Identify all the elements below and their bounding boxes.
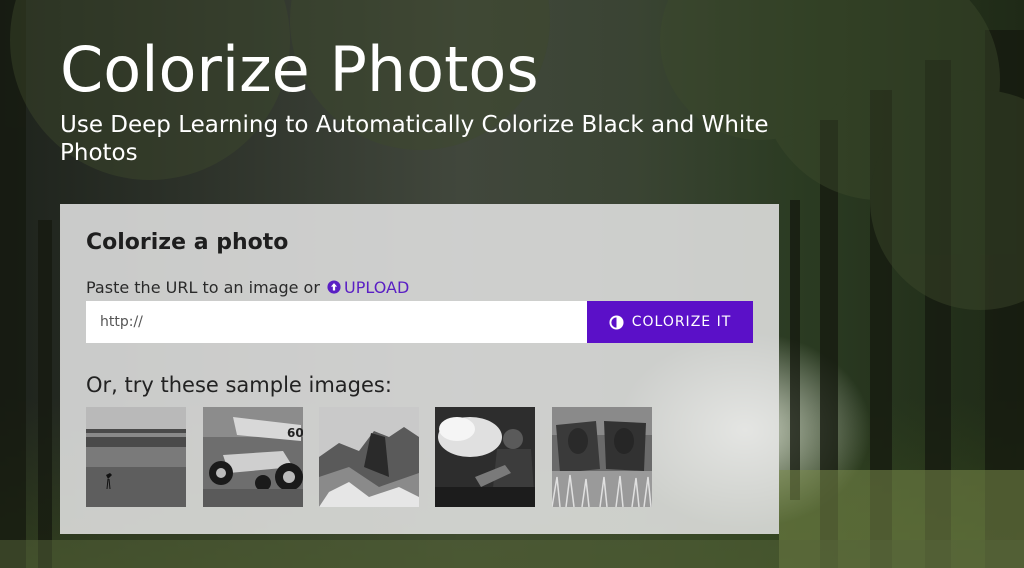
colorize-card: Colorize a photo Paste the URL to an ima… <box>60 204 779 534</box>
half-circle-contrast-icon <box>609 314 624 330</box>
sample-image-bird-on-beach[interactable] <box>86 407 186 507</box>
upload-label: UPLOAD <box>344 278 410 297</box>
half-dome-thumbnail <box>319 407 419 507</box>
page-subtitle: Use Deep Learning to Automatically Color… <box>60 112 769 166</box>
sample-image-cows[interactable] <box>552 407 652 507</box>
colorize-button[interactable]: COLORIZE IT <box>587 301 753 343</box>
sample-images: 60 <box>86 407 686 507</box>
page-title: Colorize Photos <box>60 33 539 106</box>
samples-heading: Or, try these sample images: <box>86 373 392 397</box>
bird-beach-thumbnail <box>86 407 186 507</box>
sample-image-sprint-car[interactable]: 60 <box>203 407 303 507</box>
image-url-input[interactable] <box>86 301 587 343</box>
cows-thumbnail <box>552 407 652 507</box>
sample-image-fire-breather[interactable] <box>435 407 535 507</box>
upload-circle-icon <box>327 280 341 294</box>
paste-url-prompt: Paste the URL to an image or UPLOAD <box>86 277 409 299</box>
fire-breather-thumbnail <box>435 407 535 507</box>
card-title: Colorize a photo <box>86 230 289 255</box>
paste-url-label: Paste the URL to an image or <box>86 278 320 297</box>
upload-link[interactable]: UPLOAD <box>325 278 409 297</box>
svg-text:60: 60 <box>287 426 303 440</box>
sample-image-half-dome[interactable] <box>319 407 419 507</box>
colorize-button-label: COLORIZE IT <box>631 314 732 330</box>
sprint-car-thumbnail: 60 <box>203 407 303 507</box>
